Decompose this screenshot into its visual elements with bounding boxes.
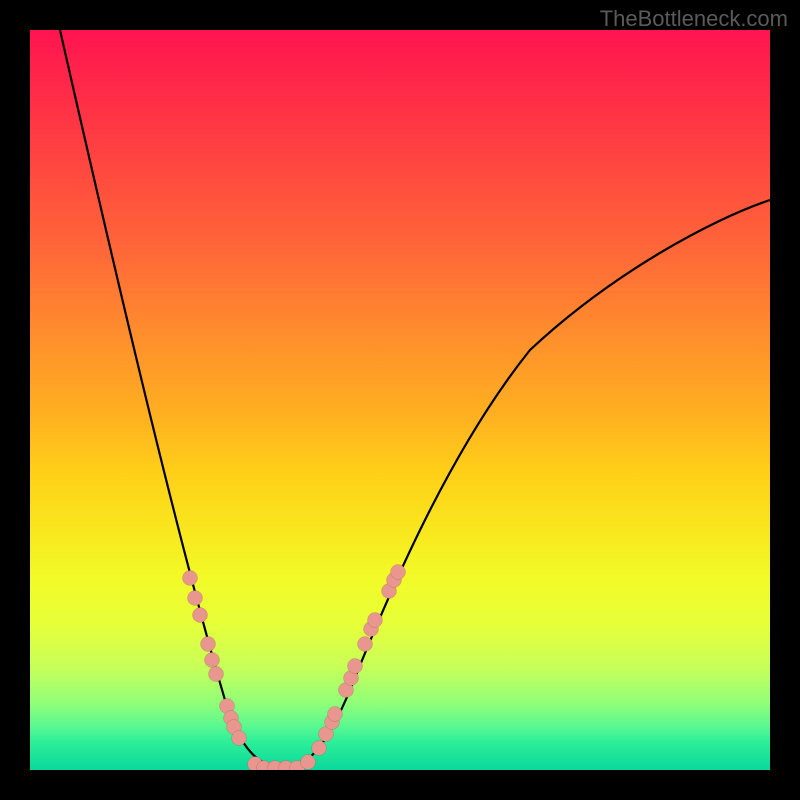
data-point (183, 571, 198, 586)
data-point (290, 761, 305, 771)
data-point (312, 741, 327, 756)
data-dots-left (183, 571, 316, 771)
data-point (391, 565, 406, 580)
data-point (364, 622, 379, 637)
data-point (301, 755, 316, 770)
data-point (344, 671, 359, 686)
data-point (358, 637, 373, 652)
data-point (279, 761, 294, 771)
data-point (325, 715, 340, 730)
watermark-text: TheBottleneck.com (600, 6, 788, 32)
data-point (268, 761, 283, 771)
data-point (257, 761, 272, 771)
bottleneck-curve (60, 30, 770, 768)
data-point (248, 757, 263, 771)
data-point (201, 637, 216, 652)
data-point (319, 727, 334, 742)
data-point (205, 653, 220, 668)
data-point (387, 573, 402, 588)
chart-plot-area (30, 30, 770, 770)
data-point (339, 683, 354, 698)
data-point (232, 731, 247, 746)
data-point (188, 591, 203, 606)
data-point (224, 711, 239, 726)
data-point (209, 667, 224, 682)
data-dots-right (312, 565, 406, 756)
data-point (220, 699, 235, 714)
data-point (348, 659, 363, 674)
data-point (193, 608, 208, 623)
data-point (328, 707, 343, 722)
chart-svg (30, 30, 770, 770)
data-point (368, 613, 383, 628)
data-point (382, 584, 397, 599)
data-point (227, 720, 242, 735)
